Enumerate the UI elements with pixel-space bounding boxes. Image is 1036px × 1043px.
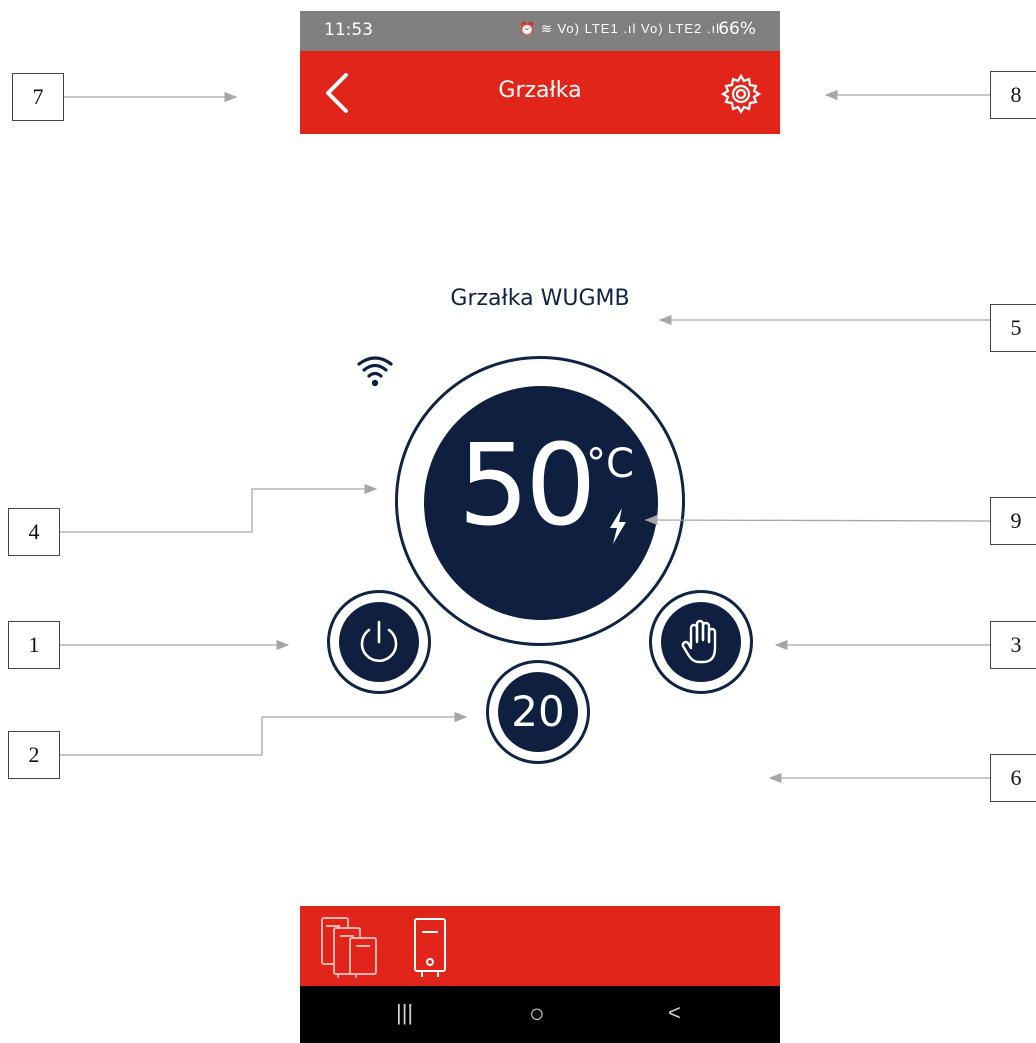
annotation-arrows — [58, 89, 991, 784]
callout-box: 6 — [990, 754, 1036, 802]
callout-box: 5 — [990, 304, 1036, 352]
callout-box: 7 — [12, 73, 64, 121]
callout-box: 9 — [990, 497, 1036, 545]
callout-box: 4 — [8, 508, 60, 556]
callout-box: 1 — [8, 621, 60, 669]
callout-box: 2 — [8, 731, 60, 779]
callout-box: 8 — [990, 71, 1036, 119]
callout-box: 3 — [990, 621, 1036, 669]
